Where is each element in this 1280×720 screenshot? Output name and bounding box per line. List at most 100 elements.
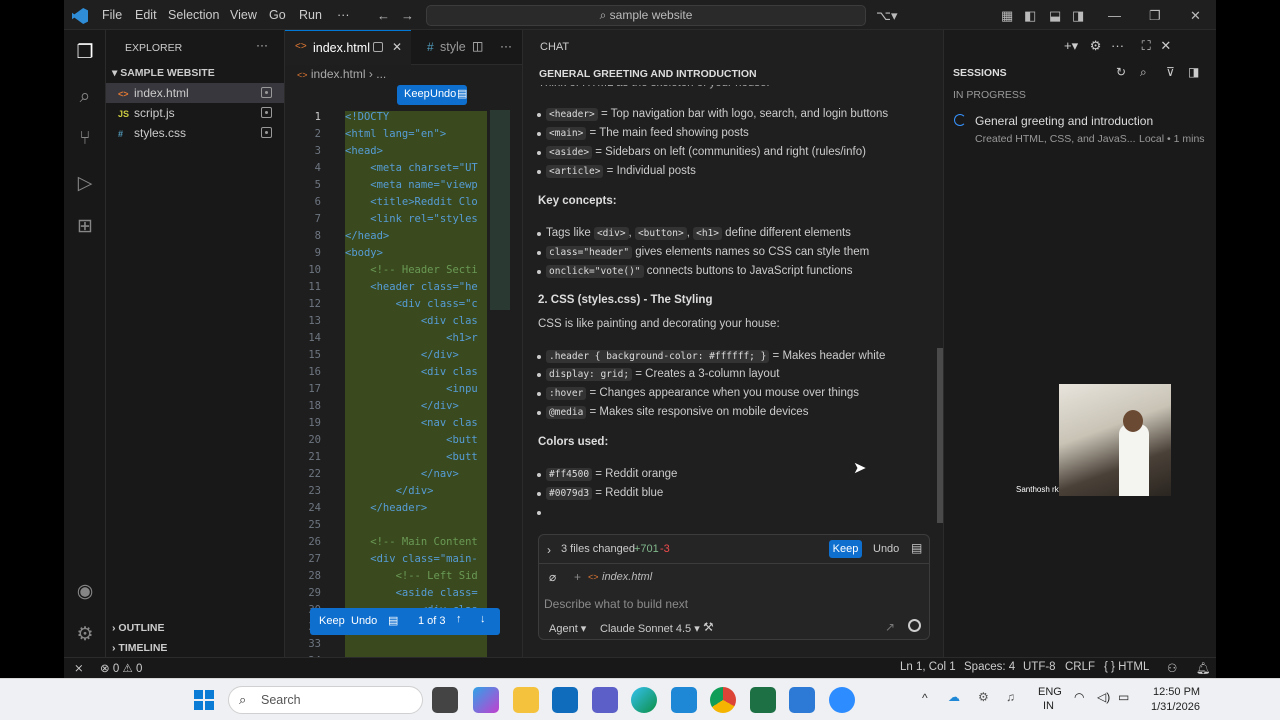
windows-start-icon[interactable] [194, 690, 214, 710]
extensions-icon[interactable]: ⊞ [74, 216, 96, 238]
region-indicator[interactable]: IN [1043, 700, 1054, 712]
maximize-panel-icon[interactable]: ⛶ [1142, 38, 1151, 53]
explorer-icon[interactable]: ❐ [74, 42, 96, 64]
close-window-icon[interactable]: ✕ [1190, 8, 1201, 24]
next-change-icon[interactable]: ↓ [480, 613, 486, 625]
send-icon[interactable]: ↗ [885, 620, 895, 634]
excel-icon[interactable] [750, 687, 776, 713]
split-editor-icon[interactable]: ◫ [472, 39, 483, 53]
taskbar-search[interactable]: ⌕ Search [228, 686, 423, 714]
close-tab-icon[interactable]: ✕ [392, 40, 402, 54]
inline-undo-button[interactable]: Undo [430, 88, 456, 100]
copilot-status-icon[interactable]: ⚇ [1167, 661, 1177, 675]
more-actions-icon[interactable]: ··· [1111, 38, 1124, 53]
restore-icon[interactable]: ❐ [1149, 8, 1161, 24]
chat-settings-icon[interactable]: ⚙ [1090, 38, 1102, 53]
chevron-right-icon[interactable]: › [547, 543, 551, 557]
menu-selection[interactable]: Selection [168, 8, 219, 22]
search-icon[interactable]: ⌕ [1140, 65, 1147, 80]
notifications-bell-icon[interactable]: 🔔︎ [1196, 661, 1211, 675]
chat-scrollbar[interactable] [937, 348, 943, 523]
context-file-chip[interactable]: index.html [602, 571, 652, 583]
onedrive-icon[interactable]: ☁ [948, 690, 960, 704]
vscode-taskbar-icon[interactable] [789, 687, 815, 713]
model-picker[interactable]: Claude Sonnet 4.5 ▾ [600, 622, 700, 635]
filter-icon[interactable]: ⊽ [1166, 65, 1175, 79]
teams-icon[interactable] [592, 687, 618, 713]
chat-tab-label[interactable]: CHAT [540, 41, 569, 53]
back-arrow-icon[interactable]: ← [377, 8, 390, 23]
tab-style[interactable]: # style ◫ [417, 30, 497, 65]
task-view-icon[interactable] [432, 687, 458, 713]
stop-icon[interactable] [908, 619, 921, 632]
outlook-icon[interactable] [552, 687, 578, 713]
zoom-icon[interactable] [829, 687, 855, 713]
wifi-icon[interactable]: ◠ [1074, 690, 1084, 704]
tools-icon[interactable]: ⚒ [703, 620, 714, 634]
session-item[interactable]: General greeting and introduction Create… [944, 110, 1216, 150]
source-control-icon[interactable]: ⑂ [74, 128, 96, 150]
outline-section[interactable]: › OUTLINE [112, 622, 165, 634]
menu-more[interactable]: ··· [337, 8, 350, 22]
menu-run[interactable]: Run [299, 8, 322, 22]
indentation[interactable]: Spaces: 4 [964, 661, 1015, 673]
diff-file-icon[interactable]: ▤ [388, 614, 398, 627]
tab-index-html[interactable]: <> index.html ✕ [285, 30, 411, 65]
clock-time[interactable]: 12:50 PM [1153, 686, 1200, 698]
problems-indicator[interactable]: ⊗ 0 ⚠ 0 [100, 661, 142, 675]
edge-icon[interactable] [631, 687, 657, 713]
microsoft365-icon[interactable] [473, 687, 499, 713]
file-styles-css[interactable]: # styles.css [106, 123, 284, 143]
volume-icon[interactable]: ◁) [1097, 690, 1110, 704]
battery-icon[interactable]: ▭ [1118, 690, 1129, 704]
chrome-icon[interactable] [710, 687, 736, 713]
breadcrumb-file[interactable]: index.html [311, 67, 366, 81]
cursor-position[interactable]: Ln 1, Col 1 [900, 661, 956, 673]
close-panel-icon[interactable]: ✕ [1160, 38, 1171, 53]
undo-all-button[interactable]: Undo [873, 543, 899, 555]
inline-keep-button[interactable]: Keep [404, 88, 430, 100]
menu-edit[interactable]: Edit [135, 8, 157, 22]
file-index-html[interactable]: <> index.html [106, 83, 284, 103]
menu-go[interactable]: Go [269, 8, 286, 22]
file-script-js[interactable]: JS script.js [106, 103, 284, 123]
new-chat-icon[interactable]: +▾ [1064, 38, 1078, 53]
encoding[interactable]: UTF-8 [1023, 661, 1056, 673]
toggle-panel-icon[interactable]: ⬓ [1049, 8, 1061, 24]
keep-change-button[interactable]: Keep [319, 615, 345, 627]
more-actions-icon[interactable]: ··· [256, 38, 268, 52]
language-indicator[interactable]: ENG [1038, 686, 1062, 698]
add-context-icon[interactable]: + [574, 570, 581, 584]
menu-view[interactable]: View [230, 8, 257, 22]
timeline-section[interactable]: › TIMELINE [112, 642, 167, 654]
tray-app2-icon[interactable]: ♫ [1006, 690, 1015, 704]
language-mode[interactable]: { } HTML [1104, 661, 1149, 673]
run-debug-icon[interactable]: ▷ [74, 173, 96, 195]
command-center-search[interactable]: ⌕ sample website [426, 5, 866, 26]
refresh-icon[interactable]: ↻ [1116, 65, 1126, 79]
search-icon[interactable]: ⌕ [74, 86, 96, 108]
account-icon[interactable]: ◉ [74, 581, 96, 603]
more-actions-icon[interactable]: ··· [500, 39, 512, 53]
clock-date[interactable]: 1/31/2026 [1151, 701, 1200, 713]
toggle-secondary-sidebar-icon[interactable]: ◨ [1072, 8, 1084, 24]
store-icon[interactable] [671, 687, 697, 713]
keep-all-button[interactable]: Keep [829, 540, 862, 558]
previous-change-icon[interactable]: ↑ [456, 613, 462, 625]
mode-picker[interactable]: Agent ▾ [549, 622, 586, 635]
copilot-icon[interactable]: ⌥▾ [876, 8, 898, 24]
diff-file-icon[interactable]: ▤ [457, 87, 467, 100]
attach-icon[interactable]: ⌀ [549, 570, 556, 584]
show-hidden-icons-chevron-icon[interactable]: ^ [922, 691, 928, 705]
files-changed-summary[interactable]: 3 files changed [561, 543, 635, 555]
menu-file[interactable]: File [102, 8, 122, 22]
file-explorer-icon[interactable] [513, 687, 539, 713]
toggle-sidebar-icon[interactable]: ◧ [1024, 8, 1036, 24]
end-of-line[interactable]: CRLF [1065, 661, 1095, 673]
forward-arrow-icon[interactable]: → [401, 8, 414, 23]
settings-gear-icon[interactable]: ⚙ [74, 624, 96, 646]
layout-icon[interactable]: ▦ [1001, 8, 1013, 24]
chat-input-placeholder[interactable]: Describe what to build next [544, 597, 688, 611]
toggle-view-icon[interactable]: ◨ [1188, 65, 1199, 79]
breadcrumb-more[interactable]: ... [376, 67, 386, 81]
